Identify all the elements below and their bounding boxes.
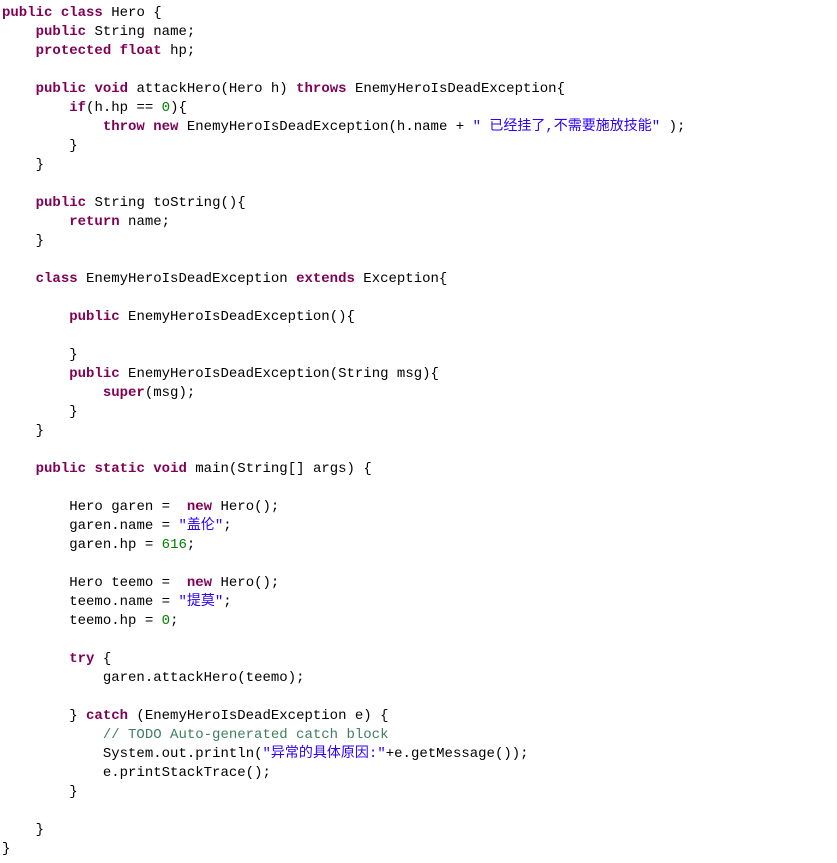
ident-tostring: toString xyxy=(153,195,220,211)
kw-public: public xyxy=(36,81,86,97)
ident-hp: hp xyxy=(111,100,128,116)
ident-hp: hp xyxy=(170,43,187,59)
ident-e: e xyxy=(103,765,111,781)
ident-hero: Hero xyxy=(220,499,254,515)
ident-e: e xyxy=(355,708,363,724)
kw-static: static xyxy=(94,461,144,477)
ident-name: name xyxy=(120,518,154,534)
ident-system: System xyxy=(103,746,153,762)
ident-exception: Exception xyxy=(363,271,439,287)
ident-name: name xyxy=(414,119,448,135)
ident-main: main xyxy=(195,461,229,477)
comment-todo: // TODO Auto-generated catch block xyxy=(103,727,389,743)
ident-name: name xyxy=(153,24,187,40)
ident-exc: EnemyHeroIsDeadException xyxy=(128,366,330,382)
kw-public: public xyxy=(36,195,86,211)
str-throw-msg-text: 已经挂了,不需要施放技能 xyxy=(481,119,652,135)
kw-void: void xyxy=(94,81,128,97)
str-garen: "盖伦" xyxy=(178,518,223,534)
ident-h: h xyxy=(271,81,279,97)
kw-new: new xyxy=(153,119,178,135)
num-zero: 0 xyxy=(162,100,170,116)
ident-attackhero: attackHero xyxy=(136,81,220,97)
ident-h: h xyxy=(397,119,405,135)
ident-string: String xyxy=(237,461,287,477)
ident-string: String xyxy=(94,195,144,211)
kw-public: public xyxy=(69,309,119,325)
kw-float: float xyxy=(120,43,162,59)
kw-if: if xyxy=(69,100,86,116)
ident-msg: msg xyxy=(397,366,422,382)
ident-hero: Hero xyxy=(69,575,103,591)
code-block: public class Hero { public String name; … xyxy=(0,0,837,863)
ident-hp: hp xyxy=(120,613,137,629)
kw-new: new xyxy=(187,575,212,591)
ident-println: println xyxy=(195,746,254,762)
ident-hero: Hero xyxy=(220,575,254,591)
ident-teemo: teemo xyxy=(69,613,111,629)
kw-catch: catch xyxy=(86,708,128,724)
ident-garen: garen xyxy=(103,670,145,686)
ident-string: String xyxy=(94,24,144,40)
ident-attackhero: attackHero xyxy=(153,670,237,686)
ident-msg: msg xyxy=(153,385,178,401)
num-616: 616 xyxy=(162,537,187,553)
kw-extends: extends xyxy=(296,271,355,287)
str-garen-text: 盖伦 xyxy=(187,518,215,534)
kw-public: public xyxy=(36,461,86,477)
kw-new: new xyxy=(187,499,212,515)
ident-exc: EnemyHeroIsDeadException xyxy=(128,309,330,325)
ident-getmessage: getMessage xyxy=(411,746,495,762)
ident-printstacktrace: printStackTrace xyxy=(120,765,246,781)
str-print-prefix-text: 异常的具体原因: xyxy=(271,746,377,762)
kw-super: super xyxy=(103,385,145,401)
ident-hero: Hero xyxy=(229,81,263,97)
ident-teemo: teemo xyxy=(246,670,288,686)
ident-teemo: teemo xyxy=(69,594,111,610)
ident-exc: EnemyHeroIsDeadException xyxy=(355,81,557,97)
ident-hero: Hero xyxy=(69,499,103,515)
ident-args: args xyxy=(313,461,347,477)
str-teemo-text: 提莫 xyxy=(187,594,215,610)
kw-class: class xyxy=(36,271,78,287)
kw-class: class xyxy=(61,5,103,21)
ident-h: h xyxy=(94,100,102,116)
ident-exc: EnemyHeroIsDeadException xyxy=(187,119,389,135)
ident-garen: garen xyxy=(69,518,111,534)
ident-name: name xyxy=(120,594,154,610)
num-zero: 0 xyxy=(162,613,170,629)
kw-public: public xyxy=(2,5,52,21)
ident-exc: EnemyHeroIsDeadException xyxy=(145,708,347,724)
kw-void: void xyxy=(153,461,187,477)
ident-hp: hp xyxy=(120,537,137,553)
kw-public: public xyxy=(69,366,119,382)
ident-garen: garen xyxy=(69,537,111,553)
ident-e: e xyxy=(394,746,402,762)
ident-hero: Hero xyxy=(111,5,145,21)
str-teemo: "提莫" xyxy=(178,594,223,610)
kw-throws: throws xyxy=(296,81,346,97)
kw-throw: throw xyxy=(103,119,145,135)
str-throw-msg: " 已经挂了,不需要施放技能" xyxy=(473,119,661,135)
kw-return: return xyxy=(69,214,119,230)
ident-name: name xyxy=(128,214,162,230)
ident-string: String xyxy=(338,366,388,382)
kw-public: public xyxy=(36,24,86,40)
ident-exc: EnemyHeroIsDeadException xyxy=(86,271,288,287)
ident-teemo: teemo xyxy=(111,575,153,591)
kw-protected: protected xyxy=(36,43,112,59)
ident-garen: garen xyxy=(111,499,153,515)
ident-out: out xyxy=(162,746,187,762)
kw-try: try xyxy=(69,651,94,667)
str-print-prefix: "异常的具体原因:" xyxy=(263,746,386,762)
